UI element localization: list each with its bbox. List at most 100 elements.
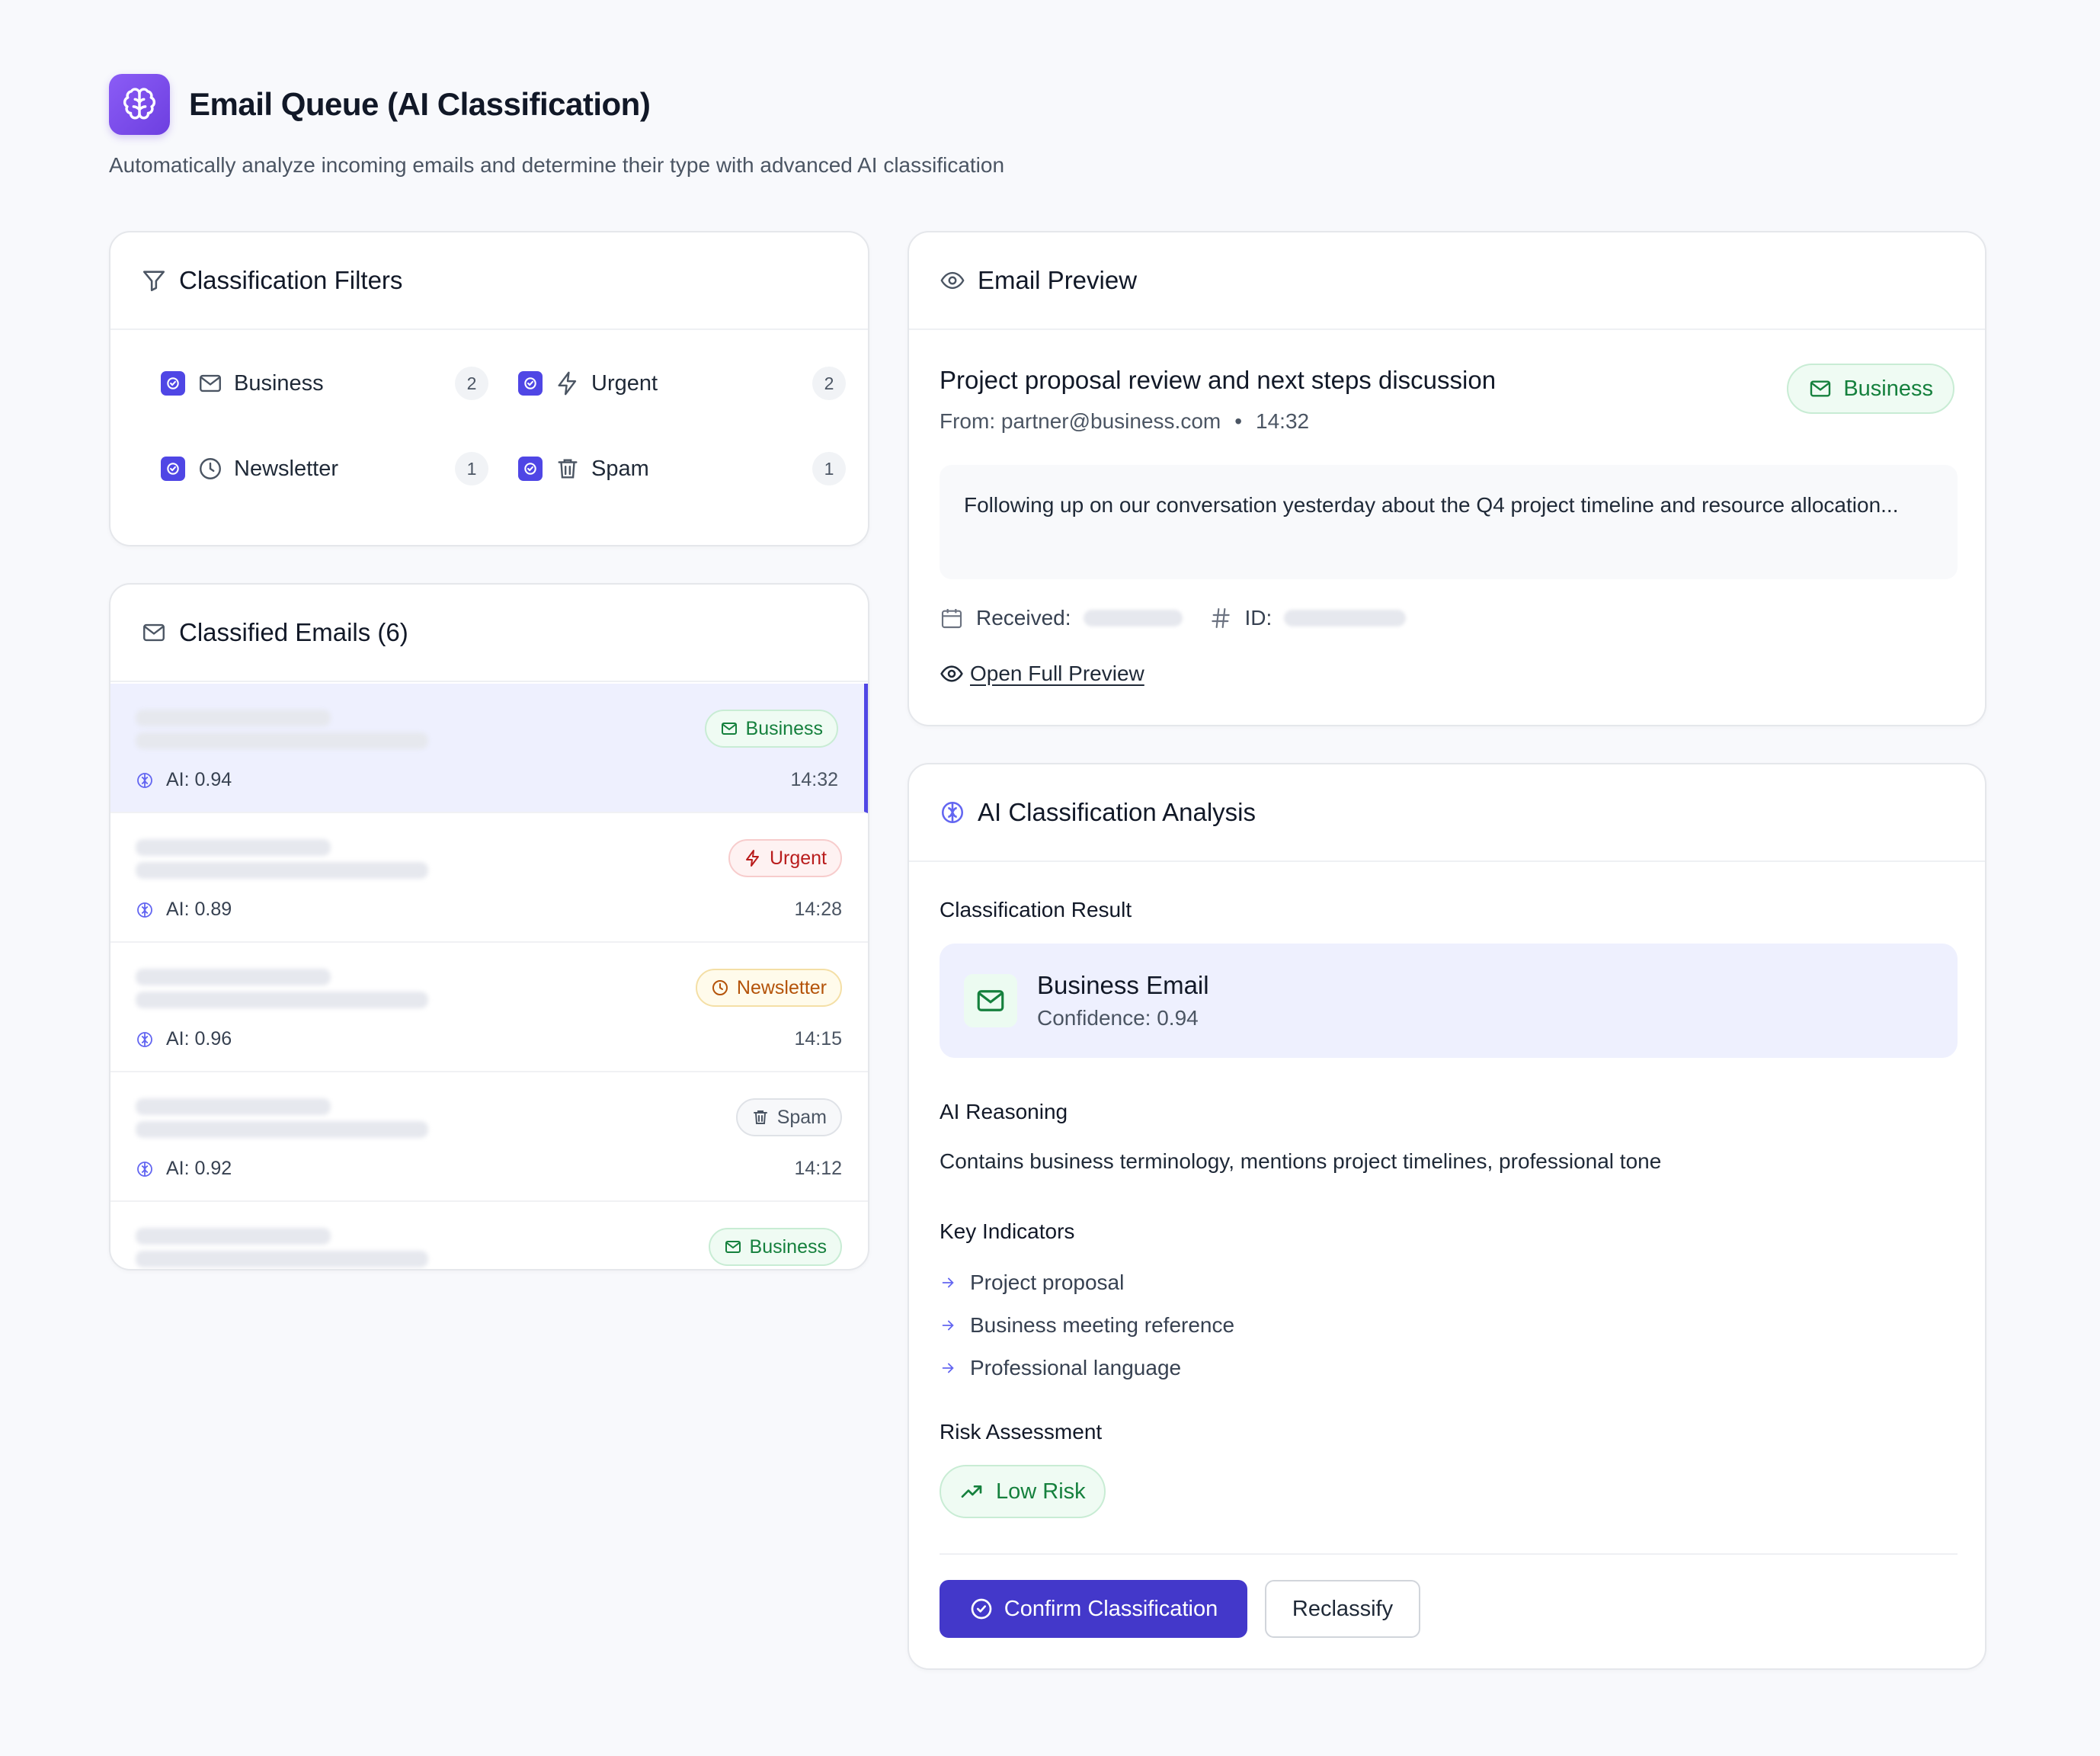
email-preview-card: Email Preview Project proposal review an…: [908, 231, 1986, 726]
divider: [940, 1553, 1958, 1555]
preview-title: Email Preview: [978, 266, 1138, 294]
subject-placeholder: [136, 1098, 331, 1115]
open-full-preview-link[interactable]: Open Full Preview: [940, 662, 1144, 686]
classification-badge: Business: [1787, 364, 1954, 414]
subject-placeholder: [136, 1228, 331, 1245]
arrow-right-icon: [942, 1277, 954, 1288]
filter-count: 2: [455, 367, 488, 400]
mail-icon: [964, 974, 1017, 1027]
filter-spam[interactable]: Spam 1: [518, 450, 846, 488]
tag-label: Urgent: [769, 847, 827, 869]
brain-icon: [109, 74, 170, 135]
key-indicators-label: Key Indicators: [940, 1219, 1075, 1243]
tag-label: Business: [749, 1235, 827, 1258]
analysis-title: AI Classification Analysis: [978, 798, 1256, 826]
brain-icon: [137, 902, 152, 918]
list-item: Project proposal: [940, 1261, 1234, 1304]
emails-title: Classified Emails (6): [179, 618, 408, 646]
filter-label: Newsletter: [234, 456, 338, 481]
tag-business: Business: [708, 1228, 842, 1266]
ai-score: AI: 0.92: [136, 1158, 232, 1180]
email-body: Following up on our conversation yesterd…: [940, 465, 1958, 579]
filter-newsletter[interactable]: Newsletter 1: [161, 450, 488, 488]
filter-label: Spam: [591, 456, 649, 481]
classification-result: Business Email Confidence: 0.94: [940, 944, 1958, 1058]
ai-reasoning-label: AI Reasoning: [940, 1100, 1068, 1123]
result-title: Business Email: [1037, 971, 1209, 999]
brain-icon: [137, 1031, 152, 1047]
risk-badge: Low Risk: [940, 1465, 1106, 1518]
brain-icon: [941, 801, 964, 824]
email-time: 14:28: [794, 899, 842, 920]
email-time: 14:12: [794, 1158, 842, 1179]
list-item: Business meeting reference: [940, 1304, 1234, 1347]
tag-business: Business: [704, 710, 838, 748]
page-title: Email Queue (AI Classification): [189, 86, 651, 122]
filter-checkbox[interactable]: [518, 457, 543, 481]
sender-placeholder: [136, 862, 428, 879]
received-label: Received:: [976, 606, 1071, 630]
subject-placeholder: [136, 710, 331, 726]
zap-icon: [558, 371, 577, 396]
brain-icon: [137, 772, 152, 788]
page-header: Email Queue (AI Classification) Automati…: [109, 74, 1004, 178]
mail-icon: [1810, 380, 1831, 397]
reclassify-button[interactable]: Reclassify: [1265, 1580, 1420, 1638]
brain-icon: [137, 1161, 152, 1177]
email-row[interactable]: Business AI: 0.94 14:32: [110, 684, 868, 813]
filter-checkbox[interactable]: [161, 457, 185, 481]
filter-checkbox[interactable]: [518, 371, 543, 396]
classification-filters-card: Classification Filters Business 2 Urgent…: [109, 231, 869, 546]
meta-separator: •: [1234, 409, 1243, 433]
filters-title: Classification Filters: [179, 266, 403, 294]
ai-reasoning-text: Contains business terminology, mentions …: [940, 1149, 1662, 1173]
tag-label: Spam: [776, 1106, 827, 1128]
mail-icon: [200, 374, 221, 393]
risk-assessment-label: Risk Assessment: [940, 1420, 1103, 1444]
filter-checkbox[interactable]: [161, 371, 185, 396]
email-from: From: partner@business.com: [940, 409, 1221, 433]
hash-icon: [1211, 607, 1230, 629]
subject-placeholder: [136, 969, 331, 985]
filter-urgent[interactable]: Urgent 2: [518, 364, 846, 402]
filter-count: 1: [455, 452, 488, 485]
email-row[interactable]: Spam AI: 0.92 14:12: [110, 1072, 868, 1202]
mail-icon: [143, 623, 165, 642]
received-value-placeholder: [1083, 610, 1183, 626]
filter-business[interactable]: Business 2: [161, 364, 488, 402]
ai-score: AI: 0.94: [136, 769, 232, 791]
email-row[interactable]: Newsletter AI: 0.96 14:15: [110, 943, 868, 1072]
tag-newsletter: Newsletter: [695, 969, 842, 1007]
ai-analysis-card: AI Classification Analysis Classificatio…: [908, 763, 1986, 1670]
classified-emails-card: Classified Emails (6) Business AI: 0.94 …: [109, 583, 869, 1271]
filter-label: Urgent: [591, 370, 658, 396]
email-subject: Project proposal review and next steps d…: [940, 366, 1497, 394]
filter-label: Business: [234, 370, 324, 396]
trending-up-icon: [961, 1485, 982, 1498]
email-row[interactable]: Urgent AI: 0.89 14:28: [110, 813, 868, 943]
email-time: 14:15: [794, 1028, 842, 1049]
classification-result-label: Classification Result: [940, 898, 1132, 921]
email-row[interactable]: Business: [110, 1202, 868, 1269]
confirm-classification-button[interactable]: Confirm Classification: [940, 1580, 1247, 1638]
sender-placeholder: [136, 992, 428, 1008]
eye-icon: [940, 271, 965, 290]
tag-label: Newsletter: [736, 976, 827, 998]
check-circle-icon: [971, 1598, 992, 1620]
sender-placeholder: [136, 1121, 428, 1138]
trash-icon: [753, 1110, 767, 1124]
ai-score: AI: 0.96: [136, 1028, 232, 1050]
result-confidence: Confidence: 0.94: [1037, 1006, 1199, 1030]
filter-count: 2: [812, 367, 846, 400]
arrow-right-icon: [942, 1363, 954, 1373]
filter-icon: [142, 271, 165, 292]
sender-placeholder: [136, 732, 428, 749]
key-indicators-list: Project proposal Business meeting refere…: [940, 1261, 1234, 1389]
id-label: ID:: [1244, 606, 1272, 630]
list-item: Professional language: [940, 1347, 1234, 1389]
page-subtitle: Automatically analyze incoming emails an…: [109, 153, 1005, 177]
clock-icon: [200, 458, 221, 479]
zap-icon: [745, 850, 759, 867]
mail-icon: [725, 1241, 741, 1253]
tag-label: Business: [745, 717, 823, 739]
